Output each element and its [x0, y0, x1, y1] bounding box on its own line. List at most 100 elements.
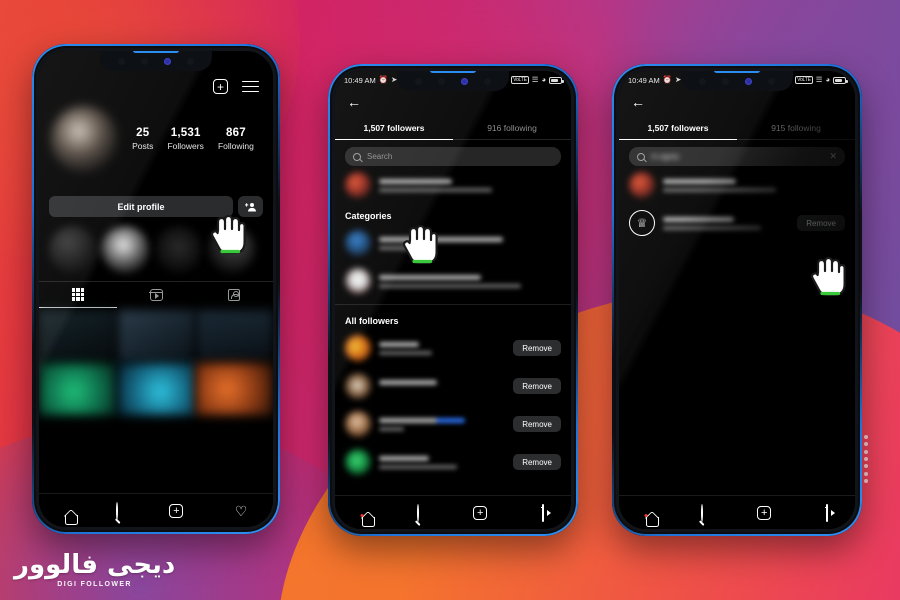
nav-reels-icon[interactable] — [541, 503, 544, 522]
remove-button[interactable]: Remove — [513, 378, 561, 394]
front-camera-icon — [118, 57, 125, 65]
stat-followers[interactable]: 1,531 Followers — [167, 127, 203, 151]
search-input[interactable]: m.agoty ✕ — [629, 147, 845, 166]
grid-photo[interactable] — [117, 363, 195, 415]
category-row[interactable] — [335, 262, 571, 300]
tab-followers[interactable]: 1,507 followers — [335, 118, 453, 140]
plus-box-icon[interactable]: + — [213, 79, 228, 94]
grid-photo[interactable] — [196, 363, 273, 415]
follower-row[interactable]: Remove — [335, 367, 571, 405]
hamburger-menu-icon[interactable] — [242, 80, 259, 93]
follow-requests-row[interactable] — [335, 166, 571, 204]
nav-add-post-icon[interactable]: + — [757, 505, 772, 520]
tab-followers[interactable]: 1,507 followers — [619, 118, 737, 140]
remove-button[interactable]: Remove — [797, 215, 845, 231]
back-arrow-icon[interactable]: ← — [347, 95, 361, 109]
status-time: 10:49 AM — [344, 75, 376, 85]
nav-reels-icon[interactable] — [825, 503, 828, 522]
row-text — [379, 417, 505, 431]
tab-grid[interactable] — [39, 282, 117, 308]
follower-row[interactable]: Remove — [335, 405, 571, 443]
highlight-item[interactable] — [102, 226, 149, 273]
row-fullname — [663, 225, 762, 230]
profile-photo-grid — [39, 308, 273, 415]
row-username — [379, 455, 430, 461]
phone-2-bottom-nav: + — [335, 495, 571, 529]
phone-3-back-row: ← — [619, 89, 855, 114]
phone-2-notch — [397, 71, 509, 91]
follower-row[interactable]: Remove — [335, 443, 571, 481]
grid-icon — [71, 288, 85, 301]
phone-1-screen-frame: + 25 Posts 1,531 Followers 867 Following… — [36, 48, 276, 530]
reels-icon — [149, 288, 163, 301]
row-subtitle — [379, 245, 416, 250]
row-text — [379, 178, 561, 192]
highlight-item[interactable] — [49, 226, 96, 273]
row-text — [379, 379, 505, 393]
avatar — [629, 172, 655, 198]
follower-row[interactable]: Remove — [335, 329, 571, 367]
grid-photo[interactable] — [117, 309, 195, 362]
row-text — [379, 236, 561, 250]
watermark-logo: دیجی فالوور DIGI FOLLOWER — [14, 552, 175, 588]
highlight-item[interactable] — [208, 226, 255, 273]
row-username — [379, 341, 420, 347]
status-time: 10:49 AM — [628, 75, 660, 85]
search-input[interactable]: Search — [345, 147, 561, 166]
stat-posts[interactable]: 25 Posts — [132, 127, 153, 151]
edit-profile-button[interactable]: Edit profile — [49, 196, 233, 217]
nav-add-post-icon[interactable]: + — [169, 503, 184, 518]
followers-tabs: 1,507 followers 916 following — [335, 118, 571, 140]
category-row[interactable] — [335, 224, 571, 262]
phone-3-notch — [681, 71, 793, 91]
nav-search-icon[interactable] — [416, 503, 419, 522]
row-subtitle — [379, 283, 521, 288]
nav-search-icon[interactable] — [700, 503, 703, 522]
camera-lens-icon — [745, 77, 752, 85]
row-subtitle — [663, 187, 776, 192]
avatar — [345, 411, 371, 437]
crown-logo-icon: ♕ — [636, 216, 648, 230]
follow-requests-row[interactable] — [619, 166, 855, 204]
stat-followers-count: 1,531 — [170, 127, 201, 139]
add-person-icon[interactable] — [238, 196, 263, 217]
sensor-icon — [722, 77, 729, 85]
tab-reels[interactable] — [117, 282, 195, 308]
row-text — [663, 178, 845, 192]
remove-button[interactable]: Remove — [513, 340, 561, 356]
profile-header: + — [39, 71, 273, 96]
camera-lens-icon — [461, 77, 468, 85]
phone-3-screen-frame: 10:49 AM ⏰ ➤ VoLTE ☰ ◕ ← 1,507 followers… — [616, 68, 858, 532]
profile-bio — [39, 172, 273, 190]
nav-add-post-icon[interactable]: + — [473, 505, 488, 520]
nav-search-icon[interactable] — [116, 501, 119, 520]
clear-icon[interactable]: ✕ — [829, 152, 837, 161]
stat-following[interactable]: 867 Following — [218, 127, 254, 151]
profile-avatar[interactable] — [51, 106, 117, 172]
tab-following[interactable]: 915 following — [737, 118, 855, 140]
sensor-icon — [438, 77, 445, 85]
row-title — [379, 178, 452, 184]
search-result-row[interactable]: ♕ Remove — [619, 204, 855, 242]
phone-1-bottom-nav: + ♡ — [39, 493, 273, 527]
remove-button[interactable]: Remove — [513, 416, 561, 432]
nav-heart-icon[interactable]: ♡ — [235, 504, 248, 518]
tab-tagged[interactable] — [195, 282, 273, 308]
back-arrow-icon[interactable]: ← — [631, 95, 645, 109]
battery-icon — [833, 76, 848, 84]
avatar — [345, 268, 371, 294]
row-fullname — [379, 350, 432, 355]
stat-following-count: 867 — [226, 127, 246, 139]
profile-tabs — [39, 281, 273, 308]
remove-button[interactable]: Remove — [513, 454, 561, 470]
grid-photo[interactable] — [39, 309, 116, 362]
hand-cursor-remove — [805, 251, 853, 307]
phone-1-speaker-bar — [133, 51, 179, 53]
tagged-icon — [228, 288, 241, 301]
phone-mockup-profile: + 25 Posts 1,531 Followers 867 Following… — [32, 44, 280, 534]
grid-photo[interactable] — [196, 309, 273, 362]
section-title-all-followers: All followers — [345, 316, 399, 326]
highlight-item[interactable] — [155, 226, 202, 273]
tab-following[interactable]: 916 following — [453, 118, 571, 140]
grid-photo[interactable] — [39, 363, 116, 415]
